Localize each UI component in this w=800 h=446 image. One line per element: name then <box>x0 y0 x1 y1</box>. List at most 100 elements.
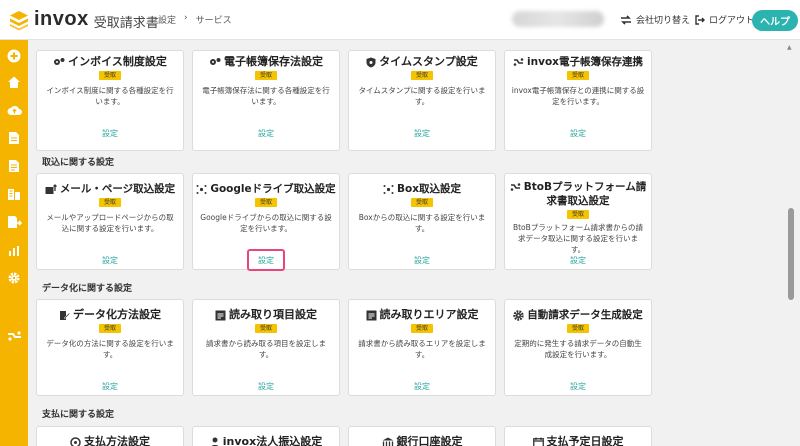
settings-link[interactable]: 設定 <box>349 128 495 139</box>
gear-icon[interactable] <box>6 270 22 286</box>
badge-receive: 受取 <box>411 71 433 80</box>
card-auto-generate: 自動請求データ生成設定 受取 定期的に発生する請求データの自動生成設定を行います… <box>504 299 652 396</box>
bank-icon <box>382 437 394 446</box>
badge-receive: 受取 <box>99 71 121 80</box>
card-box-import: Box取込設定 受取 Boxからの取込に関する設定を行います。 設定 <box>348 173 496 270</box>
card-description: invox電子帳簿保存との連携に関する設定を行います。 <box>511 86 645 106</box>
card-timestamp: タイムスタンプ設定 受取 タイムスタンプに関する設定を行います。 設定 <box>348 50 496 151</box>
gear-icon <box>513 309 524 321</box>
card-invox-ebook-link: invox電子帳簿保存連携 受取 invox電子帳簿保存との連携に関する設定を行… <box>504 50 652 151</box>
shield-icon <box>366 57 376 68</box>
link-icon <box>510 182 521 192</box>
card-bank-account: 銀行口座設定 <box>348 426 496 446</box>
card-btob-import: BtoBプラットフォーム請 求書取込設定 受取 BtoBプラットフォーム請求書か… <box>504 173 652 270</box>
app-logo[interactable]: invox 受取請求書 <box>8 8 159 31</box>
settings-link[interactable]: 設定 <box>505 255 651 266</box>
switch-icon <box>621 14 631 25</box>
breadcrumb-settings[interactable]: 設定 <box>158 13 176 26</box>
settings-content: インボイス制度設定 受取 インボイス制度に関する各種設定を行います。 設定 電子… <box>36 40 784 446</box>
card-description: 請求書から読み取るエリアを設定します。 <box>358 339 486 359</box>
card-description: メールやアップロードページからの取込に関する設定を行います。 <box>46 213 174 233</box>
card-description: タイムスタンプに関する設定を行います。 <box>358 86 486 106</box>
card-title: インボイス制度設定 <box>37 55 183 69</box>
document-send-icon[interactable] <box>6 214 22 230</box>
section-title-data: データ化に関する設定 <box>42 284 133 294</box>
card-title: 自動請求データ生成設定 <box>505 308 651 322</box>
card-payment-date: 支払予定日設定 <box>504 426 652 446</box>
settings-link[interactable]: 設定 <box>193 381 339 392</box>
calendar-icon <box>532 437 544 446</box>
badge-receive: 受取 <box>255 324 277 333</box>
card-title: BtoBプラットフォーム請 <box>505 180 651 194</box>
card-e-book-law: 電子帳簿保存法設定 受取 電子帳簿保存法に関する各種設定を行います。 設定 <box>192 50 340 151</box>
card-title: 支払予定日設定 <box>505 435 651 446</box>
card-title-line2: 求書取込設定 <box>546 195 610 207</box>
document-icon[interactable] <box>6 130 22 146</box>
card-title: Googleドライブ取込設定 <box>193 182 339 196</box>
logout-button[interactable]: ログアウト <box>695 13 754 26</box>
network-icon <box>383 184 394 195</box>
card-title: invox電子帳簿保存連携 <box>505 55 651 69</box>
card-description: BtoBプラットフォーム請求書からの請求データ取込に関する設定を行います。 <box>512 223 644 254</box>
card-title: 読み取りエリア設定 <box>349 308 495 322</box>
scrollbar-thumb[interactable] <box>788 208 794 300</box>
company-switch-button[interactable]: 会社切り替え <box>620 13 690 26</box>
user-name-blurred <box>512 11 604 27</box>
card-description: 定期的に発生する請求データの自動生成設定を行います。 <box>514 339 642 359</box>
card-invox-transfer: invox法人振込設定 <box>192 426 340 446</box>
link-icon[interactable] <box>6 328 22 344</box>
badge-receive: 受取 <box>99 324 121 333</box>
chart-icon[interactable] <box>6 242 22 258</box>
plus-circle-icon[interactable] <box>6 48 22 64</box>
badge-receive: 受取 <box>567 210 589 219</box>
badge-receive: 受取 <box>255 71 277 80</box>
settings-link[interactable]: 設定 <box>349 381 495 392</box>
top-bar: invox 受取請求書 設定 › サービス 会社切り替え ログアウト ヘルプ <box>0 0 800 40</box>
building-icon[interactable] <box>6 186 22 202</box>
card-description: データ化の方法に関する設定を行います。 <box>46 339 174 359</box>
settings-link[interactable]: 設定 <box>37 255 183 266</box>
badge-receive: 受取 <box>255 198 277 207</box>
card-description: Boxからの取込に関する設定を行います。 <box>358 213 486 233</box>
settings-link[interactable]: 設定 <box>193 128 339 139</box>
home-icon[interactable] <box>6 74 22 90</box>
gears-icon <box>209 57 221 67</box>
card-data-method: データ化方法設定 受取 データ化の方法に関する設定を行います。 設定 <box>36 299 184 396</box>
settings-link[interactable]: 設定 <box>505 128 651 139</box>
card-title: invox法人振込設定 <box>193 435 339 446</box>
network-icon <box>196 184 207 195</box>
card-invoice-system: インボイス制度設定 受取 インボイス制度に関する各種設定を行います。 設定 <box>36 50 184 151</box>
highlight-box <box>247 249 285 271</box>
badge-receive: 受取 <box>411 198 433 207</box>
section-title-import: 取込に関する設定 <box>42 158 115 168</box>
logo-mark-icon <box>10 10 28 30</box>
settings-link[interactable]: 設定 <box>349 255 495 266</box>
card-description: インボイス制度に関する各種設定を行います。 <box>46 86 174 106</box>
breadcrumb-service: サービス <box>195 16 232 26</box>
settings-link[interactable]: 設定 <box>37 381 183 392</box>
badge-receive: 受取 <box>411 324 433 333</box>
card-description: Googleドライブからの取込に関する設定を行います。 <box>200 213 332 233</box>
logout-label: ログアウト <box>709 16 755 26</box>
logout-icon <box>695 14 705 25</box>
help-button[interactable]: ヘルプ <box>752 10 798 31</box>
scan-icon <box>215 310 226 321</box>
card-title: 支払方法設定 <box>37 435 183 446</box>
card-title: 電子帳簿保存法設定 <box>193 55 339 69</box>
settings-link[interactable]: 設定 <box>505 381 651 392</box>
card-description: 請求書から読み取る項目を設定します。 <box>206 339 326 359</box>
card-mail-page-import: メール・ページ取込設定 受取 メールやアップロードページからの取込に関する設定を… <box>36 173 184 270</box>
scroll-up-icon[interactable]: ▲ <box>787 44 792 51</box>
card-title: データ化方法設定 <box>37 308 183 322</box>
link-icon <box>513 57 524 67</box>
settings-link[interactable]: 設定 <box>37 128 183 139</box>
document-list-icon[interactable] <box>6 158 22 174</box>
badge-receive: 受取 <box>99 198 121 207</box>
card-title: 銀行口座設定 <box>349 435 495 446</box>
scan-icon <box>366 310 377 321</box>
cloud-upload-icon[interactable] <box>6 102 22 118</box>
card-payment-method: 支払方法設定 <box>36 426 184 446</box>
mail-upload-icon <box>45 183 57 195</box>
card-title: タイムスタンプ設定 <box>349 55 495 69</box>
breadcrumb: 設定 › サービス <box>158 13 232 26</box>
